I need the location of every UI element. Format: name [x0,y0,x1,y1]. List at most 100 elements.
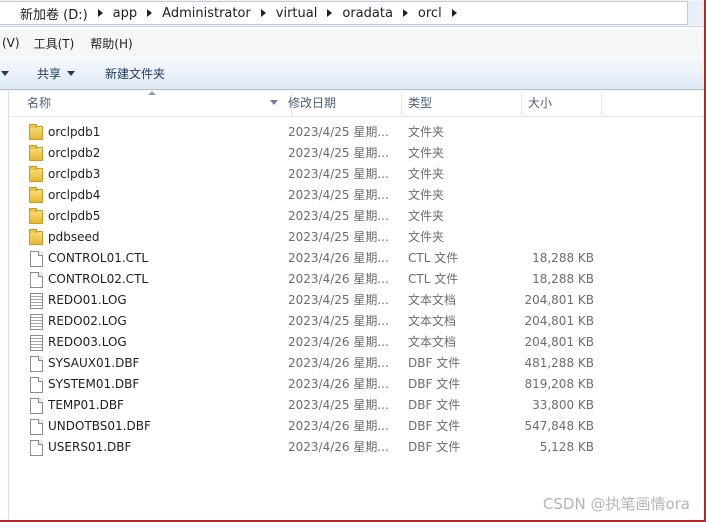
column-header-size[interactable]: 大小 [522,91,602,116]
file-type: DBF 文件 [408,377,461,391]
file-size: 18,288 KB [532,272,594,286]
file-type: 文本文档 [408,335,457,349]
file-size: 204,801 KB [524,335,594,349]
column-header-size-label: 大小 [528,96,553,110]
file-name: SYSAUX01.DBF [48,356,140,370]
menu-help[interactable]: 帮助(H) [90,35,132,52]
file-row[interactable]: REDO02.LOG 2023/4/25 星期... 文本文档 204,801 KB [10,311,704,332]
file-icon [28,440,44,456]
file-type: CTL 文件 [408,251,459,265]
breadcrumb-arrow-icon[interactable] [97,9,103,17]
menu-view[interactable]: (V) [2,36,20,50]
share-button[interactable]: 共享 [37,65,76,82]
column-header-name-label: 名称 [27,96,52,110]
folder-icon [28,124,44,141]
file-modified-date: 2023/4/25 星期... [288,188,389,202]
file-icon [28,377,44,393]
file-row[interactable]: TEMP01.DBF 2023/4/25 星期... DBF 文件 33,800 KB [10,395,704,416]
breadcrumb[interactable]: 新加卷 (D:) app Administrator virtual orada… [0,1,688,25]
column-header-type[interactable]: 类型 [402,91,522,116]
file-type: 文件夹 [408,230,445,244]
file-type: DBF 文件 [408,440,461,454]
column-header-name[interactable]: 名称 [20,91,292,116]
file-modified-date: 2023/4/26 星期... [288,419,389,433]
file-row[interactable]: orclpdb3 2023/4/25 星期... 文件夹 [10,164,704,185]
file-type: DBF 文件 [408,398,461,412]
navigation-pane[interactable] [0,91,9,520]
file-name: CONTROL02.CTL [48,272,149,286]
breadcrumb-oradata[interactable]: oradata [342,6,393,21]
column-header-date[interactable]: 修改日期 [282,91,402,116]
file-row[interactable]: pdbseed 2023/4/25 星期... 文件夹 [10,227,704,248]
new-folder-button[interactable]: 新建文件夹 [105,65,165,82]
breadcrumb-arrow-icon[interactable] [451,9,457,17]
file-row[interactable]: orclpdb5 2023/4/25 星期... 文件夹 [10,206,704,227]
column-header-date-label: 修改日期 [288,96,337,110]
file-row[interactable]: USERS01.DBF 2023/4/26 星期... DBF 文件 5,128 KB [10,437,704,458]
breadcrumb-administrator[interactable]: Administrator [162,6,251,21]
file-name: REDO02.LOG [48,314,127,328]
file-row[interactable]: orclpdb1 2023/4/25 星期... 文件夹 [10,122,704,143]
file-size: 204,801 KB [524,293,594,307]
file-modified-date: 2023/4/25 星期... [288,293,389,307]
file-type: DBF 文件 [408,356,461,370]
text-file-icon [28,314,44,330]
file-row[interactable]: UNDOTBS01.DBF 2023/4/26 星期... DBF 文件 547,84… [10,416,704,437]
file-row[interactable]: orclpdb2 2023/4/25 星期... 文件夹 [10,143,704,164]
file-type: 文件夹 [408,167,445,181]
file-modified-date: 2023/4/26 星期... [288,440,389,454]
file-row[interactable]: CONTROL02.CTL 2023/4/26 星期... CTL 文件 18,288… [10,269,704,290]
column-header-type-label: 类型 [408,96,433,110]
column-filter-dropdown-icon[interactable] [270,100,278,105]
folder-icon [28,187,44,204]
file-size: 18,288 KB [532,251,594,265]
file-modified-date: 2023/4/25 星期... [288,314,389,328]
breadcrumb-orcl[interactable]: orcl [418,6,442,21]
file-row[interactable]: SYSTEM01.DBF 2023/4/26 星期... DBF 文件 819,208… [10,374,704,395]
breadcrumb-arrow-icon[interactable] [327,9,333,17]
file-name: orclpdb4 [48,188,101,202]
file-row[interactable]: orclpdb4 2023/4/25 星期... 文件夹 [10,185,704,206]
folder-icon [28,229,44,246]
chevron-down-icon [67,70,76,76]
file-size: 819,208 KB [524,377,594,391]
breadcrumb-app[interactable]: app [113,6,137,21]
file-modified-date: 2023/4/26 星期... [288,377,389,391]
watermark: CSDN @执笔画情ora [542,495,690,513]
file-name: UNDOTBS01.DBF [48,419,151,433]
text-file-icon [28,335,44,351]
file-name: REDO03.LOG [48,335,127,349]
file-modified-date: 2023/4/25 星期... [288,125,389,139]
breadcrumb-drive[interactable]: 新加卷 (D:) [20,4,88,23]
file-name: orclpdb1 [48,125,101,139]
file-icon [28,398,44,414]
address-history-dropdown[interactable] [688,1,704,25]
file-type: DBF 文件 [408,419,461,433]
breadcrumb-arrow-icon[interactable] [402,9,408,17]
file-row[interactable]: REDO03.LOG 2023/4/26 星期... 文本文档 204,801 KB [10,332,704,353]
breadcrumb-arrow-icon[interactable] [260,9,266,17]
folder-icon [28,208,44,225]
file-modified-date: 2023/4/25 星期... [288,167,389,181]
file-name: orclpdb5 [48,209,101,223]
command-bar: 共享 新建文件夹 [0,56,704,90]
file-row[interactable]: SYSAUX01.DBF 2023/4/26 星期... DBF 文件 481,288… [10,353,704,374]
file-type: 文件夹 [408,188,445,202]
explorer-window: 新加卷 (D:) app Administrator virtual orada… [0,0,706,522]
file-type: 文件夹 [408,125,445,139]
address-bar: 新加卷 (D:) app Administrator virtual orada… [0,0,704,27]
file-modified-date: 2023/4/25 星期... [288,398,389,412]
organize-dropdown-icon[interactable] [1,70,9,76]
breadcrumb-virtual[interactable]: virtual [276,6,318,21]
file-icon [28,251,44,267]
file-row[interactable]: REDO01.LOG 2023/4/25 星期... 文本文档 204,801 KB [10,290,704,311]
folder-icon [28,166,44,183]
file-type: 文件夹 [408,146,445,160]
file-modified-date: 2023/4/26 星期... [288,335,389,349]
file-row[interactable]: CONTROL01.CTL 2023/4/26 星期... CTL 文件 18,288… [10,248,704,269]
file-size: 204,801 KB [524,314,594,328]
breadcrumb-arrow-icon[interactable] [147,9,153,17]
file-name: USERS01.DBF [48,440,132,454]
menu-tools[interactable]: 工具(T) [34,35,75,52]
folder-icon [28,145,44,162]
